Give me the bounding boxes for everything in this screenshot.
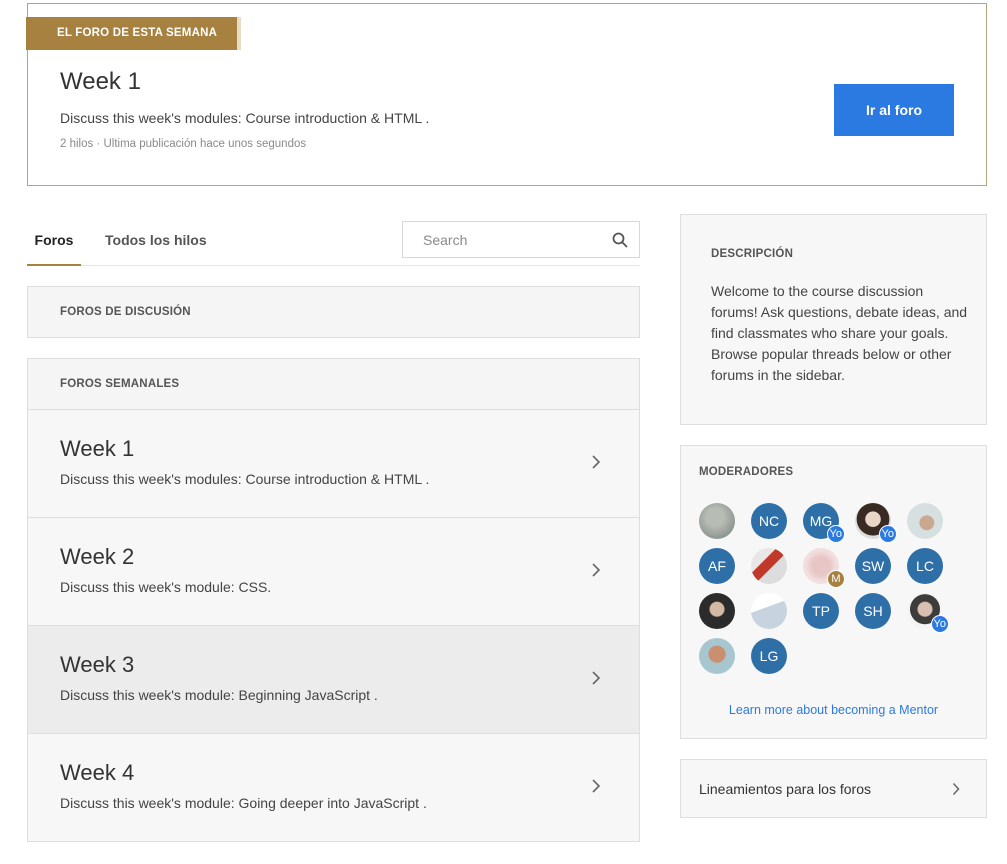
- moderator-initials: LC: [916, 558, 934, 574]
- forum-title: Week 4: [60, 760, 135, 785]
- moderator-avatar[interactable]: M: [803, 548, 845, 588]
- moderators-panel: MODERADORES NC MG Yo Yo AF M SW LC TP SH Yo LG Lear…: [680, 445, 987, 739]
- moderator-avatar[interactable]: MG Yo: [803, 503, 845, 543]
- moderator-badge: M: [827, 570, 845, 588]
- moderator-initials: TP: [812, 603, 830, 619]
- moderator-avatar[interactable]: NC: [751, 503, 787, 539]
- moderator-avatar[interactable]: LG: [751, 638, 787, 674]
- chevron-right-icon: [592, 455, 601, 469]
- moderator-avatar[interactable]: [699, 593, 735, 629]
- become-mentor-link[interactable]: Learn more about becoming a Mentor: [681, 703, 986, 717]
- moderator-avatar[interactable]: TP: [803, 593, 839, 629]
- featured-description: Discuss this week's modules: Course intr…: [60, 110, 430, 126]
- section-header: FOROS SEMANALES: [60, 378, 180, 390]
- forum-title: Week 3: [60, 652, 135, 677]
- forum-row-week-1[interactable]: Week 1 Discuss this week's modules: Cour…: [28, 409, 639, 517]
- forum-row-week-2[interactable]: Week 2 Discuss this week's module: CSS.: [28, 517, 639, 625]
- description-text: Welcome to the course discussion forums!…: [711, 283, 968, 383]
- moderator-avatar[interactable]: [751, 593, 787, 629]
- featured-ribbon: EL FORO DE ESTA SEMANA: [26, 17, 242, 50]
- moderator-initials: LG: [759, 648, 779, 664]
- chevron-right-icon: [592, 779, 601, 793]
- moderator-avatar[interactable]: LC: [907, 548, 943, 584]
- moderator-initials: AF: [708, 558, 726, 574]
- chevron-right-icon: [592, 563, 601, 577]
- moderator-badge: Yo: [878, 525, 897, 543]
- go-to-forum-button[interactable]: Ir al foro: [834, 84, 954, 136]
- forum-tabs: Foros Todos los hilos: [27, 214, 640, 266]
- search-icon[interactable]: [612, 232, 628, 248]
- moderator-badge: Yo: [826, 525, 845, 543]
- discussion-forums-section: FOROS DE DISCUSIÓN: [27, 286, 640, 338]
- forum-title: Week 1: [60, 436, 135, 461]
- section-header: FOROS DE DISCUSIÓN: [60, 306, 191, 318]
- description-header: DESCRIPCIÓN: [711, 248, 794, 260]
- moderator-avatar[interactable]: SH: [855, 593, 891, 629]
- featured-title: Week 1: [60, 68, 141, 95]
- chevron-right-icon: [592, 671, 601, 685]
- moderator-avatar[interactable]: Yo: [855, 503, 897, 543]
- featured-meta: 2 hilos · Ultima publicación hace unos s…: [60, 138, 307, 150]
- search-input[interactable]: [403, 222, 603, 257]
- moderator-initials: SW: [861, 558, 885, 574]
- moderator-initials: NC: [758, 513, 780, 529]
- moderator-badge: Yo: [930, 615, 949, 633]
- forum-description: Discuss this week's module: CSS.: [60, 579, 272, 595]
- featured-forum-card: EL FORO DE ESTA SEMANA Week 1 Discuss th…: [26, 3, 987, 186]
- forum-guidelines-link[interactable]: Lineamientos para los foros: [680, 759, 987, 818]
- moderator-avatar[interactable]: SW: [855, 548, 891, 584]
- tab-foros[interactable]: Foros: [27, 214, 81, 266]
- forum-description: Discuss this week's modules: Course intr…: [60, 471, 430, 487]
- moderators-header: MODERADORES: [699, 466, 794, 478]
- description-panel: DESCRIPCIÓN Welcome to the course discus…: [680, 214, 987, 425]
- moderator-avatar[interactable]: [907, 503, 943, 539]
- forum-title: Week 2: [60, 544, 135, 569]
- moderator-avatar[interactable]: [699, 503, 735, 539]
- moderator-avatar[interactable]: AF: [699, 548, 735, 584]
- forum-row-week-3[interactable]: Week 3 Discuss this week's module: Begin…: [28, 625, 639, 733]
- guidelines-label: Lineamientos para los foros: [699, 781, 871, 797]
- forum-row-week-4[interactable]: Week 4 Discuss this week's module: Going…: [28, 733, 639, 841]
- forum-description: Discuss this week's module: Going deeper…: [60, 795, 427, 811]
- moderator-initials: SH: [863, 603, 883, 619]
- moderator-avatar[interactable]: [751, 548, 787, 584]
- weekly-forums-section: FOROS SEMANALES Week 1 Discuss this week…: [27, 358, 640, 842]
- search-box: [402, 221, 640, 258]
- moderator-avatar[interactable]: [699, 638, 735, 674]
- chevron-right-icon: [952, 782, 960, 796]
- forum-description: Discuss this week's module: Beginning Ja…: [60, 687, 378, 703]
- moderator-avatar[interactable]: Yo: [907, 593, 949, 633]
- tab-todos-los-hilos[interactable]: Todos los hilos: [105, 214, 207, 266]
